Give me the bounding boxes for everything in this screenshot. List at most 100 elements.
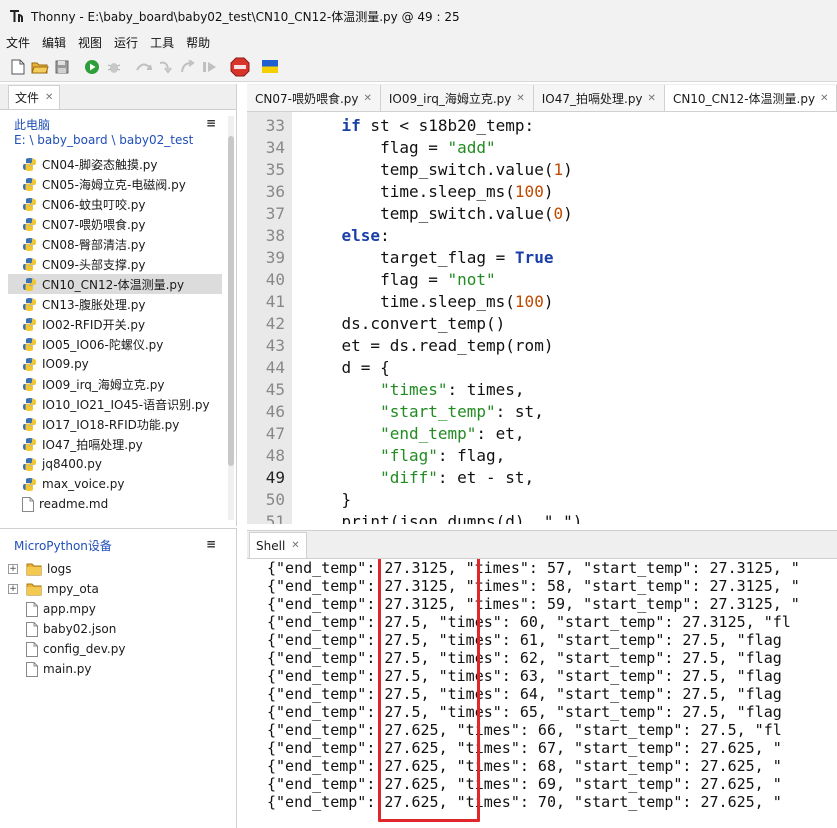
shell-output-line: {"end_temp": 27.5, "times": 60, "start_t… — [267, 613, 791, 631]
device-file-item[interactable]: main.py — [0, 659, 230, 679]
file-item[interactable]: IO09.py — [8, 354, 222, 374]
code-line[interactable]: 50 } — [247, 488, 837, 510]
python-file-icon — [23, 477, 36, 491]
close-icon[interactable]: ✕ — [648, 93, 656, 104]
location-label[interactable]: 此电脑 — [14, 116, 50, 133]
code-line[interactable]: 40 flag = "not" — [247, 268, 837, 290]
files-menu-icon[interactable]: ≡ — [206, 116, 216, 130]
code-line[interactable]: 42 ds.convert_temp() — [247, 312, 837, 334]
editor-tab-label: IO09_irq_海姆立克.py — [388, 91, 512, 106]
file-item[interactable]: IO09_irq_海姆立克.py — [8, 374, 222, 394]
device-folder-item[interactable]: + mpy_ota — [0, 579, 230, 599]
file-item[interactable]: jq8400.py — [8, 454, 222, 474]
file-item-label: max_voice.py — [42, 477, 125, 491]
new-file-icon — [11, 59, 25, 74]
shell-tabs: Shell ✕ — [247, 531, 837, 559]
stop-button[interactable] — [230, 57, 250, 77]
file-item[interactable]: IO47_拍嗝处理.py — [8, 434, 222, 454]
expand-icon[interactable]: + — [8, 584, 18, 594]
save-button[interactable] — [52, 57, 72, 77]
code-line[interactable]: 38 else: — [247, 224, 837, 246]
python-file-icon — [23, 397, 36, 411]
new-file-button[interactable] — [8, 57, 28, 77]
code-line[interactable]: 34 flag = "add" — [247, 136, 837, 158]
python-file-icon — [23, 417, 36, 431]
menu-help[interactable]: 帮助 — [186, 34, 210, 51]
editor-tab[interactable]: CN10_CN12-体温测量.py ✕ — [664, 85, 837, 111]
device-file-item[interactable]: baby02.json — [0, 619, 230, 639]
close-icon[interactable]: ✕ — [45, 92, 53, 103]
file-item[interactable]: IO02-RFID开关.py — [8, 314, 222, 334]
file-item[interactable]: CN04-脚姿态触摸.py — [8, 154, 222, 174]
line-number: 36 — [265, 181, 285, 201]
code-line[interactable]: 45 "times": times, — [247, 378, 837, 400]
shell-output-line: {"end_temp": 27.3125, "times": 58, "star… — [267, 577, 800, 595]
device-header[interactable]: MicroPython设备 — [14, 537, 112, 554]
file-item[interactable]: IO05_IO06-陀螺仪.py — [8, 334, 222, 354]
code-line[interactable]: 44 d = { — [247, 356, 837, 378]
device-menu-icon[interactable]: ≡ — [206, 537, 216, 551]
open-file-button[interactable] — [30, 57, 50, 77]
code-line[interactable]: 51 print(json.dumps(d), ",") — [247, 510, 837, 525]
step-out-button[interactable] — [178, 57, 198, 77]
code-text: "start_temp": st, — [380, 401, 544, 421]
editor-tab[interactable]: IO47_拍嗝处理.py ✕ — [533, 85, 665, 111]
file-item[interactable]: CN08-臀部清洁.py — [8, 234, 222, 254]
code-line[interactable]: 47 "end_temp": et, — [247, 422, 837, 444]
close-icon[interactable]: ✕ — [291, 540, 299, 551]
device-file-item[interactable]: app.mpy — [0, 599, 230, 619]
code-area[interactable]: 33 if st < s18b20_temp: 34 flag = "add" 35… — [247, 112, 837, 524]
code-line[interactable]: 41 time.sleep_ms(100) — [247, 290, 837, 312]
file-item[interactable]: CN13-腹胀处理.py — [8, 294, 222, 314]
close-icon[interactable]: ✕ — [364, 93, 372, 104]
resume-button[interactable] — [200, 57, 220, 77]
files-scrollbar[interactable] — [228, 116, 234, 520]
debug-button[interactable] — [104, 57, 124, 77]
file-item-label: CN04-脚姿态触摸.py — [42, 157, 158, 172]
file-item[interactable]: CN10_CN12-体温测量.py — [8, 274, 222, 294]
menu-run[interactable]: 运行 — [114, 34, 138, 51]
file-item-label: IO47_拍嗝处理.py — [42, 437, 143, 452]
code-line[interactable]: 35 temp_switch.value(1) — [247, 158, 837, 180]
code-line[interactable]: 39 target_flag = True — [247, 246, 837, 268]
file-item[interactable]: IO10_IO21_IO45-语音识别.py — [8, 394, 222, 414]
location-path[interactable]: E: \ baby_board \ baby02_test — [14, 133, 193, 147]
menu-tools[interactable]: 工具 — [150, 34, 174, 51]
menu-file[interactable]: 文件 — [6, 34, 30, 51]
code-line[interactable]: 37 temp_switch.value(0) — [247, 202, 837, 224]
tab-files[interactable]: 文件 ✕ — [8, 85, 61, 109]
device-folder-item[interactable]: + logs — [0, 559, 230, 579]
code-line[interactable]: 36 time.sleep_ms(100) — [247, 180, 837, 202]
code-line[interactable]: 49 "diff": et - st, — [247, 466, 837, 488]
expand-icon[interactable]: + — [8, 564, 18, 574]
run-button[interactable] — [82, 57, 102, 77]
step-into-button[interactable] — [156, 57, 176, 77]
step-over-button[interactable] — [134, 57, 154, 77]
code-line[interactable]: 33 if st < s18b20_temp: — [247, 114, 837, 136]
device-file-item[interactable]: config_dev.py — [0, 639, 230, 659]
file-item-label: CN07-喂奶喂食.py — [42, 217, 146, 232]
code-line[interactable]: 48 "flag": flag, — [247, 444, 837, 466]
close-icon[interactable]: ✕ — [820, 93, 828, 104]
menu-edit[interactable]: 编辑 — [42, 34, 66, 51]
code-text: d = { — [303, 357, 390, 377]
file-item[interactable]: CN06-蚊虫叮咬.py — [8, 194, 222, 214]
code-line[interactable]: 43 et = ds.read_temp(rom) — [247, 334, 837, 356]
code-line[interactable]: 46 "start_temp": st, — [247, 400, 837, 422]
editor-tab[interactable]: IO09_irq_海姆立克.py ✕ — [380, 85, 534, 111]
ukraine-flag-button[interactable] — [260, 57, 280, 77]
shell-output[interactable]: {"end_temp": 27.625, "times": 70, "start… — [247, 559, 837, 828]
close-icon[interactable]: ✕ — [516, 93, 524, 104]
file-item[interactable]: readme.md — [8, 494, 222, 514]
menu-view[interactable]: 视图 — [78, 34, 102, 51]
file-item[interactable]: max_voice.py — [8, 474, 222, 494]
editor-tab-label: CN10_CN12-体温测量.py — [672, 91, 816, 106]
file-item[interactable]: CN07-喂奶喂食.py — [8, 214, 222, 234]
scrollbar-thumb[interactable] — [228, 136, 234, 466]
file-item[interactable]: CN05-海姆立克-电磁阀.py — [8, 174, 222, 194]
file-item[interactable]: IO17_IO18-RFID功能.py — [8, 414, 222, 434]
editor-tab[interactable]: CN07-喂奶喂食.py ✕ — [247, 85, 381, 111]
line-number: 48 — [265, 445, 285, 465]
file-item[interactable]: CN09-头部支撑.py — [8, 254, 222, 274]
tab-shell[interactable]: Shell ✕ — [249, 532, 307, 558]
